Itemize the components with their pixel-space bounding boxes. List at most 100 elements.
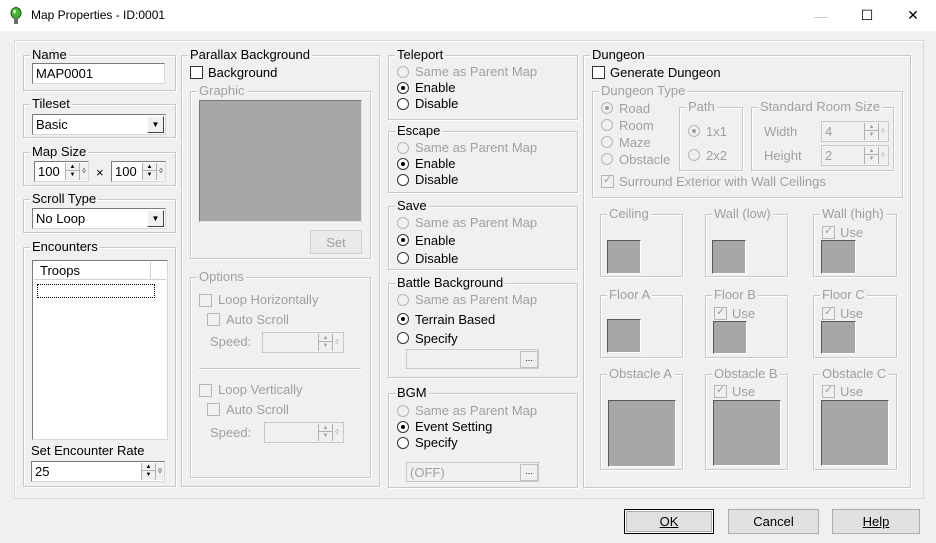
obstacle-a-tile-preview[interactable] xyxy=(608,400,676,467)
stepper-fast-icon[interactable]: ◊ xyxy=(155,463,164,480)
room-height-stepper[interactable]: 2 ▲ ▼ ◊ xyxy=(821,145,889,166)
chevron-down-icon[interactable]: ▼ xyxy=(147,210,164,227)
surround-checkbox[interactable]: ✓ xyxy=(601,174,614,188)
bgm-event-radio[interactable] xyxy=(397,421,409,433)
name-input[interactable]: MAP0001 xyxy=(32,63,165,84)
type-road-radio[interactable] xyxy=(601,102,613,114)
battle-bg-browse-button[interactable]: ... xyxy=(520,351,538,368)
escape-enable-radio[interactable] xyxy=(397,158,409,170)
battle-bg-terrain-radio[interactable] xyxy=(397,313,409,325)
arrow-down-icon[interactable]: ▼ xyxy=(143,171,156,179)
arrow-up-icon[interactable]: ▲ xyxy=(66,163,79,171)
stepper-fast-icon[interactable]: ◊ xyxy=(878,147,887,164)
battle-bg-specify-radio[interactable] xyxy=(397,332,409,344)
arrow-up-icon[interactable]: ▲ xyxy=(319,334,332,342)
path-2x2-radio[interactable] xyxy=(688,149,700,161)
auto-scroll-v-checkbox[interactable] xyxy=(207,403,220,416)
obstacle-c-tile-preview[interactable] xyxy=(821,400,889,466)
stepper-fast-icon[interactable]: ◊ xyxy=(156,163,165,180)
arrow-down-icon[interactable]: ▼ xyxy=(66,171,79,179)
arrow-up-icon[interactable]: ▲ xyxy=(865,123,878,131)
escape-group: Escape Same as Parent Map Enable Disable xyxy=(388,124,578,193)
width-label: Width xyxy=(764,124,798,139)
wall-high-tile-preview[interactable] xyxy=(821,240,856,274)
speed-v-stepper[interactable]: ▲ ▼ ◊ xyxy=(264,422,344,443)
loop-vertically-checkbox[interactable] xyxy=(199,384,212,397)
teleport-disable-radio[interactable] xyxy=(397,98,409,110)
save-disable-radio[interactable] xyxy=(397,252,409,264)
auto-scroll-h-checkbox[interactable] xyxy=(207,313,220,326)
generate-dungeon-checkbox[interactable] xyxy=(592,66,605,79)
floor-b-tile-preview[interactable] xyxy=(713,321,747,354)
stepper-arrows[interactable]: ▲ ▼ xyxy=(142,163,156,180)
battle-bg-parent-radio[interactable] xyxy=(397,294,409,306)
arrow-down-icon[interactable]: ▼ xyxy=(865,131,878,139)
troops-column-header[interactable]: Troops xyxy=(34,262,151,280)
floor-c-use-checkbox[interactable]: ✓ xyxy=(822,306,835,320)
type-maze-radio[interactable] xyxy=(601,136,613,148)
arrow-down-icon[interactable]: ▼ xyxy=(319,432,332,440)
obstacle-b-tile-preview[interactable] xyxy=(713,400,781,466)
bgm-parent-radio[interactable] xyxy=(397,405,409,417)
stepper-fast-icon[interactable]: ◊ xyxy=(878,123,887,140)
path-1x1-radio[interactable] xyxy=(688,125,700,137)
parallax-group: Parallax Background Background Graphic S… xyxy=(181,48,380,487)
ok-button[interactable]: OK xyxy=(624,509,714,534)
scroll-type-select[interactable]: No Loop ▼ xyxy=(32,208,166,229)
floor-b-use-checkbox[interactable]: ✓ xyxy=(714,306,727,320)
escape-disable-radio[interactable] xyxy=(397,174,409,186)
map-width-stepper[interactable]: 100 ▲ ▼ ◊ xyxy=(34,161,89,182)
stepper-arrows[interactable]: ▲ ▼ xyxy=(318,424,332,441)
stepper-fast-icon[interactable]: ◊ xyxy=(79,163,88,180)
stepper-fast-icon[interactable]: ◊ xyxy=(332,334,341,351)
arrow-down-icon[interactable]: ▼ xyxy=(865,155,878,163)
stepper-arrows[interactable]: ▲ ▼ xyxy=(141,463,155,480)
speed-h-stepper[interactable]: ▲ ▼ ◊ xyxy=(262,332,344,353)
set-graphic-button[interactable]: Set xyxy=(310,230,362,254)
wall-high-use-checkbox[interactable]: ✓ xyxy=(822,225,835,239)
tileset-select[interactable]: Basic ▼ xyxy=(32,114,166,135)
obstacle-c-use-checkbox[interactable]: ✓ xyxy=(822,384,835,398)
arrow-up-icon[interactable]: ▲ xyxy=(319,424,332,432)
teleport-parent-radio[interactable] xyxy=(397,66,409,78)
maximize-button[interactable]: ☐ xyxy=(844,0,890,31)
stepper-arrows[interactable]: ▲ ▼ xyxy=(864,147,878,164)
arrow-up-icon[interactable]: ▲ xyxy=(142,463,155,471)
room-width-stepper[interactable]: 4 ▲ ▼ ◊ xyxy=(821,121,889,142)
type-room-radio[interactable] xyxy=(601,119,613,131)
arrow-up-icon[interactable]: ▲ xyxy=(865,147,878,155)
minimize-button[interactable]: — xyxy=(798,0,844,31)
bgm-browse-button[interactable]: ... xyxy=(520,464,538,481)
chevron-down-icon[interactable]: ▼ xyxy=(147,116,164,133)
obstacle-b-use-checkbox[interactable]: ✓ xyxy=(714,384,727,398)
type-obstacle-radio[interactable] xyxy=(601,153,613,165)
room-height-value: 2 xyxy=(825,148,833,163)
stepper-fast-icon[interactable]: ◊ xyxy=(332,424,341,441)
app-icon xyxy=(9,7,23,25)
wall-low-tile-preview[interactable] xyxy=(712,240,746,274)
escape-disable-label: Disable xyxy=(415,172,459,187)
stepper-arrows[interactable]: ▲ ▼ xyxy=(318,334,332,351)
arrow-up-icon[interactable]: ▲ xyxy=(143,163,156,171)
help-button[interactable]: Help xyxy=(832,509,920,534)
stepper-arrows[interactable]: ▲ ▼ xyxy=(65,163,79,180)
close-button[interactable]: ✕ xyxy=(890,0,936,31)
list-item[interactable] xyxy=(37,284,155,298)
floor-c-tile-preview[interactable] xyxy=(821,321,856,354)
stepper-arrows[interactable]: ▲ ▼ xyxy=(864,123,878,140)
save-parent-radio[interactable] xyxy=(397,217,409,229)
bgm-specify-radio[interactable] xyxy=(397,437,409,449)
background-checkbox[interactable] xyxy=(190,66,203,79)
loop-horizontally-checkbox[interactable] xyxy=(199,294,212,307)
map-height-stepper[interactable]: 100 ▲ ▼ ◊ xyxy=(111,161,166,182)
ceiling-tile-preview[interactable] xyxy=(607,240,641,274)
save-enable-radio[interactable] xyxy=(397,234,409,246)
encounter-rate-stepper[interactable]: 25 ▲ ▼ ◊ xyxy=(31,461,165,482)
arrow-down-icon[interactable]: ▼ xyxy=(142,471,155,479)
arrow-down-icon[interactable]: ▼ xyxy=(319,342,332,350)
floor-a-tile-preview[interactable] xyxy=(607,319,641,353)
cancel-button[interactable]: Cancel xyxy=(728,509,819,534)
troops-list[interactable]: Troops xyxy=(32,260,168,440)
teleport-enable-radio[interactable] xyxy=(397,82,409,94)
escape-parent-radio[interactable] xyxy=(397,142,409,154)
